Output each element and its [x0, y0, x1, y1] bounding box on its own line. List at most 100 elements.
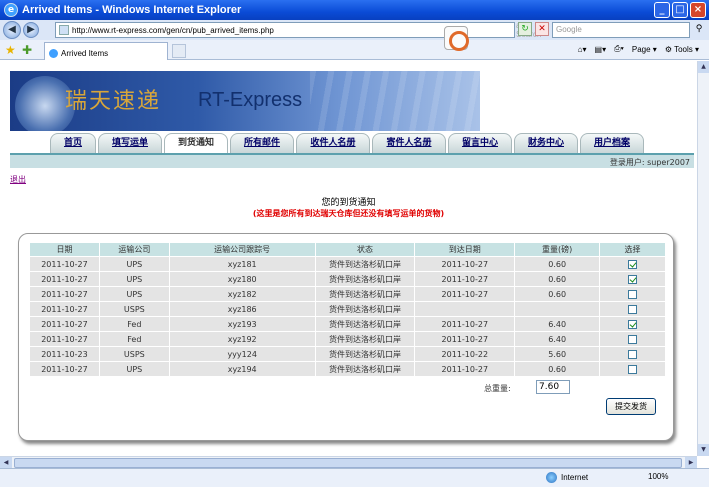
- nav-finance[interactable]: 财务中心: [514, 133, 578, 153]
- vertical-scrollbar[interactable]: ▲ ▼: [697, 61, 709, 456]
- scroll-down-icon[interactable]: ▼: [698, 444, 709, 456]
- select-checkbox[interactable]: [628, 349, 638, 359]
- col-carrier: 运输公司: [98, 242, 170, 257]
- cell-track: xyz192: [168, 331, 316, 347]
- select-checkbox[interactable]: [628, 364, 638, 374]
- table-row: 2011-10-27 UPS xyz182 货件到达洛杉矶口岸 2011-10-27 0.…: [29, 286, 666, 302]
- cell-select: [599, 301, 666, 317]
- cell-status: 货件到达洛杉矶口岸: [314, 316, 416, 332]
- table-row: 2011-10-27 UPS xyz194 货件到达洛杉矶口岸 2011-10-27 0.…: [29, 361, 666, 377]
- status-bar: Internet 100%: [0, 468, 709, 487]
- cell-date: 2011-10-27: [29, 361, 100, 377]
- col-date: 日期: [29, 242, 100, 257]
- total-weight-field[interactable]: 7.60: [536, 380, 570, 394]
- internet-globe-icon: [546, 472, 557, 483]
- nav-home[interactable]: 首页: [50, 133, 96, 153]
- forward-button[interactable]: ▶: [23, 22, 39, 38]
- cell-select: [599, 286, 666, 302]
- minimize-button[interactable]: _: [654, 2, 670, 18]
- cell-weight: 6.40: [514, 316, 601, 332]
- select-checkbox[interactable]: [628, 334, 638, 344]
- select-checkbox[interactable]: [628, 289, 638, 299]
- scroll-up-icon[interactable]: ▲: [698, 61, 709, 73]
- cell-track: xyz193: [168, 316, 316, 332]
- new-tab-button[interactable]: [172, 44, 186, 58]
- banner-english-logo: RT-Express: [198, 89, 303, 111]
- title-bar: e Arrived Items - Windows Internet Explo…: [0, 0, 709, 20]
- nav-fill-waybill[interactable]: 填写运单: [98, 133, 162, 153]
- zoom-level[interactable]: 100%: [648, 472, 668, 481]
- nav-underline: 登录用户: super2007: [10, 153, 694, 168]
- horizontal-scroll-thumb[interactable]: [14, 458, 682, 468]
- table-row: 2011-10-23 USPS yyy124 货件到达洛杉矶口岸 2011-10-22 5…: [29, 346, 666, 362]
- search-icon[interactable]: ⚲: [692, 22, 706, 38]
- table-row: 2011-10-27 UPS xyz181 货件到达洛杉矶口岸 2011-10-27 0.…: [29, 256, 666, 272]
- select-checkbox[interactable]: [628, 304, 638, 314]
- cell-weight: 5.60: [514, 346, 601, 362]
- tools-menu[interactable]: ⚙ Tools ▾: [665, 45, 699, 54]
- cell-date: 2011-10-27: [29, 316, 100, 332]
- nav-messages[interactable]: 留言中心: [448, 133, 512, 153]
- logout-link[interactable]: 退出: [10, 174, 26, 185]
- zone-label: Internet: [561, 473, 589, 482]
- cell-weight: [514, 301, 601, 317]
- window-title: Arrived Items - Windows Internet Explore…: [22, 4, 242, 16]
- popup-blocker-icon[interactable]: [444, 26, 469, 51]
- url-text: http://www.rt-express.com/gen/cn/pub_arr…: [72, 25, 274, 35]
- cell-date: 2011-10-23: [29, 346, 100, 362]
- tab-arrived-items[interactable]: Arrived Items: [44, 42, 168, 60]
- page-icon: [59, 25, 69, 35]
- nav-all-mail[interactable]: 所有邮件: [230, 133, 294, 153]
- cell-status: 货件到达洛杉矶口岸: [314, 256, 416, 272]
- favorites-star-icon[interactable]: ★: [5, 43, 16, 57]
- banner-chinese-logo: 瑞天速递: [65, 89, 162, 114]
- table-row: 2011-10-27 UPS xyz180 货件到达洛杉矶口岸 2011-10-27 0.…: [29, 271, 666, 287]
- back-button[interactable]: ◀: [3, 21, 21, 39]
- cell-arrive: 2011-10-27: [414, 331, 516, 347]
- nav-recipients[interactable]: 收件人名册: [296, 133, 370, 153]
- nav-arrival-notice[interactable]: 到货通知: [164, 133, 228, 155]
- cell-weight: 0.60: [514, 361, 601, 377]
- submit-shipment-button[interactable]: 提交发货: [606, 398, 656, 415]
- refresh-icon[interactable]: ↻: [518, 22, 532, 36]
- scroll-right-icon[interactable]: ▶: [685, 457, 697, 468]
- cell-carrier: Fed: [98, 316, 170, 332]
- cell-track: xyz181: [168, 256, 316, 272]
- cell-status: 货件到达洛杉矶口岸: [314, 346, 416, 362]
- stop-icon[interactable]: ✕: [535, 22, 549, 36]
- home-icon[interactable]: ⌂▾: [578, 45, 587, 54]
- col-weight: 重量(磅): [514, 242, 601, 257]
- cell-arrive: 2011-10-27: [414, 256, 516, 272]
- print-icon[interactable]: ⎙▾: [614, 44, 624, 54]
- nav-profile[interactable]: 用户档案: [580, 133, 644, 153]
- cell-date: 2011-10-27: [29, 271, 100, 287]
- search-input[interactable]: Google: [552, 22, 690, 38]
- select-checkbox[interactable]: [628, 319, 638, 329]
- cell-status: 货件到达洛杉矶口岸: [314, 331, 416, 347]
- nav-senders[interactable]: 寄件人名册: [372, 133, 446, 153]
- col-arrive-date: 到达日期: [414, 242, 516, 257]
- col-select: 选择: [599, 242, 666, 257]
- cell-weight: 0.60: [514, 286, 601, 302]
- maximize-button[interactable]: □: [672, 2, 688, 18]
- cell-status: 货件到达洛杉矶口岸: [314, 286, 416, 302]
- cell-status: 货件到达洛杉矶口岸: [314, 301, 416, 317]
- arrived-items-table: 日期 运输公司 运输公司跟踪号 状态 到达日期 重量(磅) 选择 2011-10…: [29, 242, 666, 377]
- select-checkbox[interactable]: [628, 259, 638, 269]
- cell-arrive: 2011-10-27: [414, 361, 516, 377]
- site-banner: 瑞天速递 RT-Express: [10, 71, 480, 131]
- cell-arrive: 2011-10-27: [414, 316, 516, 332]
- cell-carrier: USPS: [98, 346, 170, 362]
- cell-arrive: 2011-10-27: [414, 271, 516, 287]
- feeds-icon[interactable]: ▤▾: [595, 45, 607, 54]
- page-menu[interactable]: Page ▾: [632, 45, 657, 54]
- close-button[interactable]: ×: [690, 2, 706, 18]
- select-checkbox[interactable]: [628, 274, 638, 284]
- add-favorites-icon[interactable]: ✚: [22, 43, 32, 57]
- scroll-left-icon[interactable]: ◀: [0, 457, 12, 468]
- page-title: 您的到货通知: [321, 198, 376, 208]
- cell-date: 2011-10-27: [29, 331, 100, 347]
- horizontal-scrollbar[interactable]: ◀ ▶: [0, 456, 697, 468]
- cell-weight: 0.60: [514, 271, 601, 287]
- table-row: 2011-10-27 USPS xyz186 货件到达洛杉矶口岸: [29, 301, 666, 317]
